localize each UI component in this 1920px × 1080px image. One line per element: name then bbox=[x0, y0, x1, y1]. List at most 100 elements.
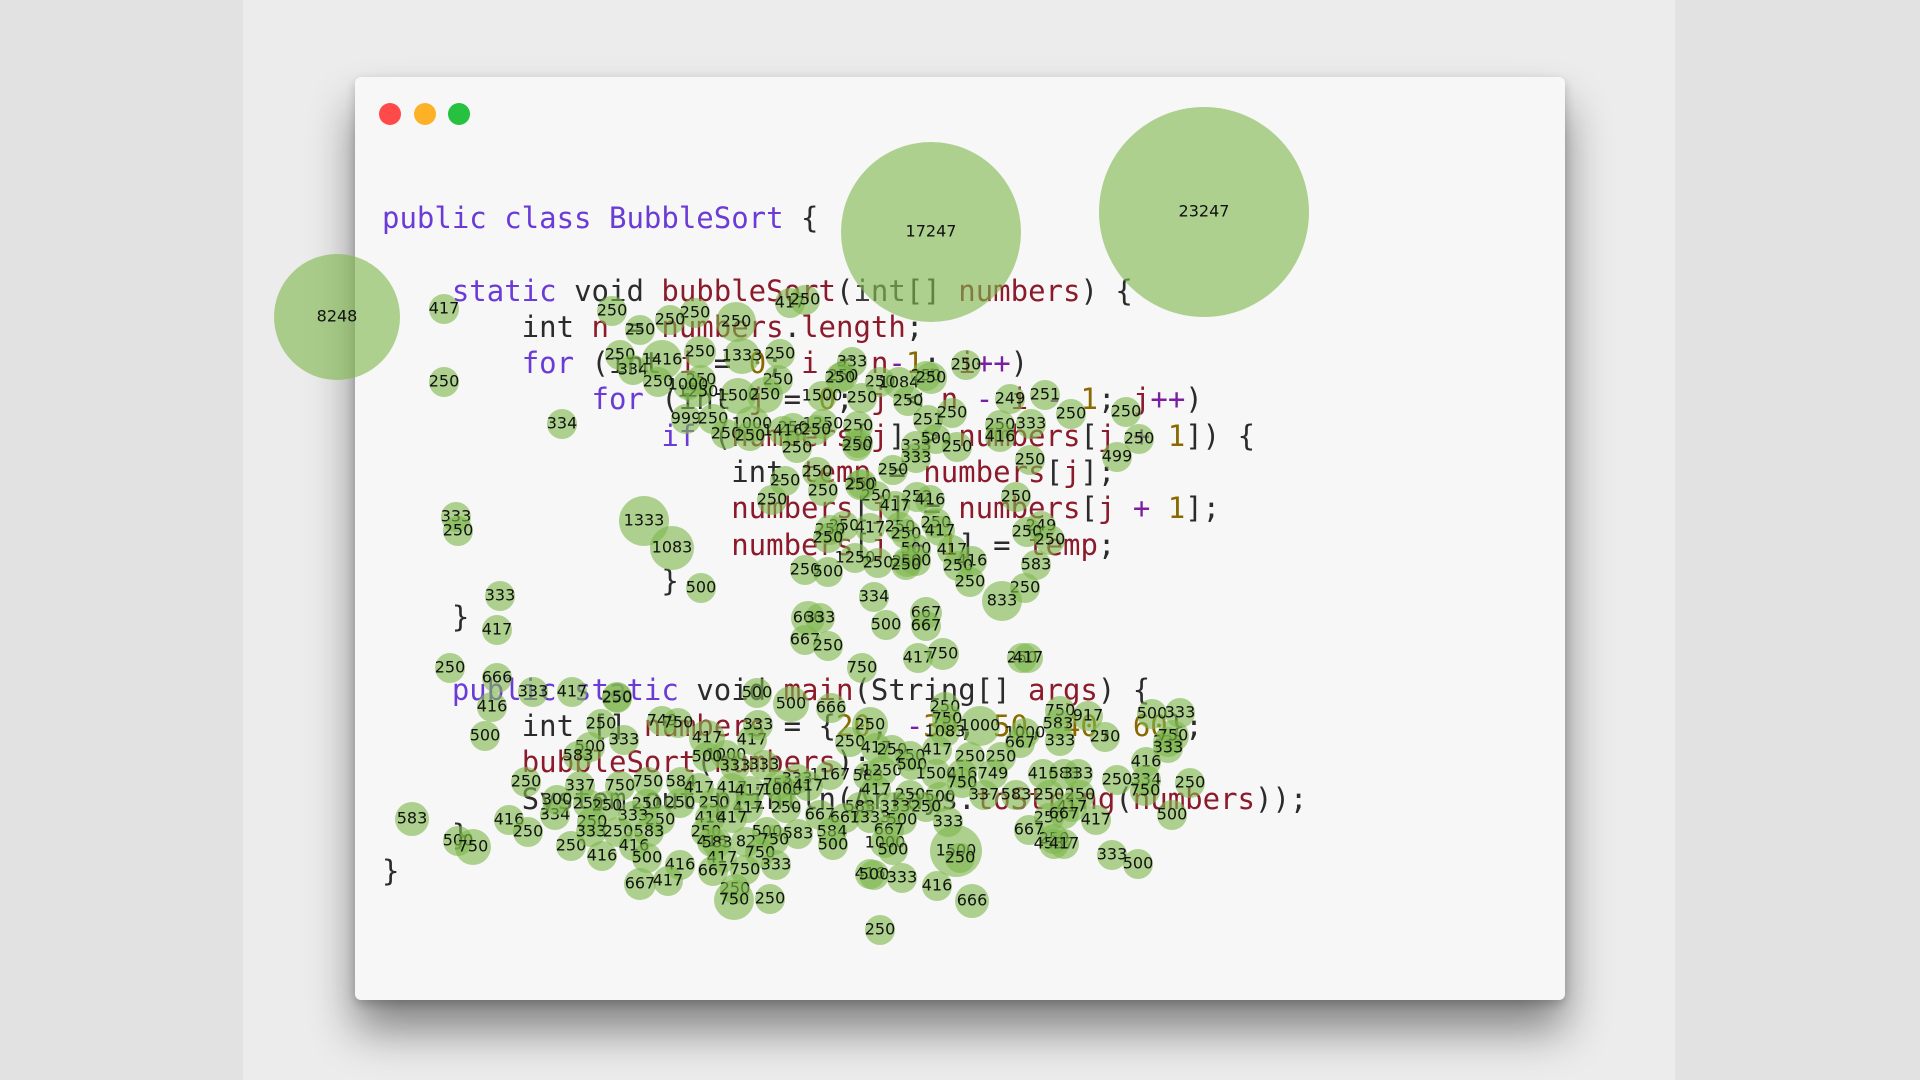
code-line: } bbox=[382, 817, 1307, 853]
code-token: numbers bbox=[731, 491, 854, 526]
code-token: j bbox=[870, 527, 889, 562]
code-token: [ bbox=[853, 527, 871, 562]
code-token: [] bbox=[591, 709, 644, 744]
code-token: main bbox=[783, 672, 854, 707]
code-token: j bbox=[870, 418, 889, 453]
code-editor-content[interactable]: public class BubbleSort { static void bu… bbox=[382, 200, 1307, 890]
code-token: [] bbox=[905, 273, 959, 308]
code-token: if bbox=[661, 418, 697, 453]
code-editor-window: public class BubbleSort { static void bu… bbox=[355, 77, 1565, 1000]
code-token: 1 bbox=[905, 346, 924, 381]
code-token: ( bbox=[1115, 781, 1133, 816]
code-token: numbers bbox=[731, 527, 854, 562]
code-token: , bbox=[1028, 709, 1063, 744]
code-token: = bbox=[766, 382, 819, 417]
code-token: public class bbox=[382, 201, 609, 235]
code-token: n bbox=[870, 346, 889, 381]
code-token: for bbox=[591, 382, 644, 417]
code-token: int bbox=[382, 455, 802, 490]
code-token: numbers bbox=[731, 418, 854, 453]
code-token: ; bbox=[923, 346, 959, 381]
code-token: = bbox=[696, 346, 749, 381]
code-token: 20 bbox=[835, 709, 871, 744]
maximize-window-button[interactable] bbox=[448, 103, 470, 125]
code-token: } bbox=[382, 600, 470, 635]
code-token: } bbox=[382, 563, 679, 598]
code-token: numbers bbox=[1132, 781, 1255, 816]
code-line: static void bubbleSort(int[] numbers) { bbox=[382, 273, 1307, 309]
code-token: void bbox=[556, 273, 662, 308]
code-token: numbers bbox=[661, 309, 784, 344]
code-token: (int bbox=[643, 382, 749, 417]
code-token: - bbox=[1028, 382, 1081, 417]
code-token: < bbox=[888, 382, 941, 417]
code-line: bubbleSort(numbers); bbox=[382, 744, 1307, 780]
code-token: numbers bbox=[958, 273, 1081, 308]
code-token: temp bbox=[1028, 527, 1098, 562]
code-token: + bbox=[888, 527, 941, 562]
code-token: ; bbox=[1097, 527, 1116, 562]
code-line: for (int i = 0; i < n-1; i++) bbox=[382, 345, 1307, 381]
code-line: if (numbers[j] > numbers[j + 1]) { bbox=[382, 418, 1307, 454]
code-token: ) { bbox=[1097, 672, 1151, 707]
code-token: ) bbox=[1185, 382, 1203, 417]
code-token: for bbox=[521, 346, 575, 381]
code-line: System.out.println(Arrays.toString(numbe… bbox=[382, 781, 1308, 817]
code-token: [ bbox=[1080, 491, 1098, 526]
code-token: 1 bbox=[940, 527, 959, 562]
code-token: bubbleSort bbox=[661, 273, 836, 308]
code-token: numbers bbox=[923, 455, 1046, 490]
code-token: ]) { bbox=[1185, 418, 1256, 453]
code-token: toString bbox=[975, 781, 1116, 816]
code-token: { bbox=[783, 201, 819, 235]
minimize-window-button[interactable] bbox=[414, 103, 436, 125]
code-token: ( bbox=[696, 745, 714, 780]
code-token: i bbox=[958, 346, 976, 381]
code-token: - bbox=[888, 346, 906, 381]
code-token: ]; bbox=[1080, 455, 1116, 490]
code-token: . bbox=[783, 309, 802, 344]
code-token: bubbleSort bbox=[521, 745, 697, 780]
code-token: static bbox=[451, 273, 557, 308]
code-token: 1 bbox=[1167, 418, 1186, 453]
code-token: args bbox=[1028, 672, 1098, 707]
code-token: [ bbox=[853, 491, 871, 526]
code-token: , bbox=[958, 709, 994, 744]
code-line: public static void main(String[] args) { bbox=[382, 672, 1307, 708]
code-token: ] = bbox=[888, 491, 959, 526]
code-token: ++ bbox=[1150, 382, 1186, 417]
code-token: ++ bbox=[975, 346, 1011, 381]
code-token: , bbox=[1097, 709, 1133, 744]
code-token: length bbox=[801, 309, 906, 344]
code-token: n bbox=[591, 309, 609, 344]
code-token: , bbox=[870, 709, 906, 744]
code-token: )); bbox=[1255, 781, 1308, 816]
close-window-button[interactable] bbox=[379, 103, 401, 125]
code-token: int bbox=[853, 273, 906, 308]
code-token: 30 bbox=[923, 709, 959, 744]
code-token: ; bbox=[1097, 382, 1133, 417]
code-token: = bbox=[870, 455, 924, 490]
code-line: public class BubbleSort { bbox=[382, 200, 1307, 236]
code-token: ] = bbox=[958, 527, 1029, 562]
code-token: ; bbox=[836, 382, 871, 417]
code-token: = bbox=[608, 309, 662, 344]
code-token: [ bbox=[1045, 455, 1063, 490]
code-token: j bbox=[1097, 491, 1116, 526]
code-token: (String[] bbox=[853, 672, 1029, 707]
code-token: }; bbox=[1167, 709, 1203, 744]
code-token: n bbox=[940, 382, 959, 417]
code-token: i bbox=[678, 346, 697, 381]
code-token: numbers bbox=[713, 745, 836, 780]
code-token: 50 bbox=[993, 709, 1029, 744]
code-token: j bbox=[748, 382, 767, 417]
